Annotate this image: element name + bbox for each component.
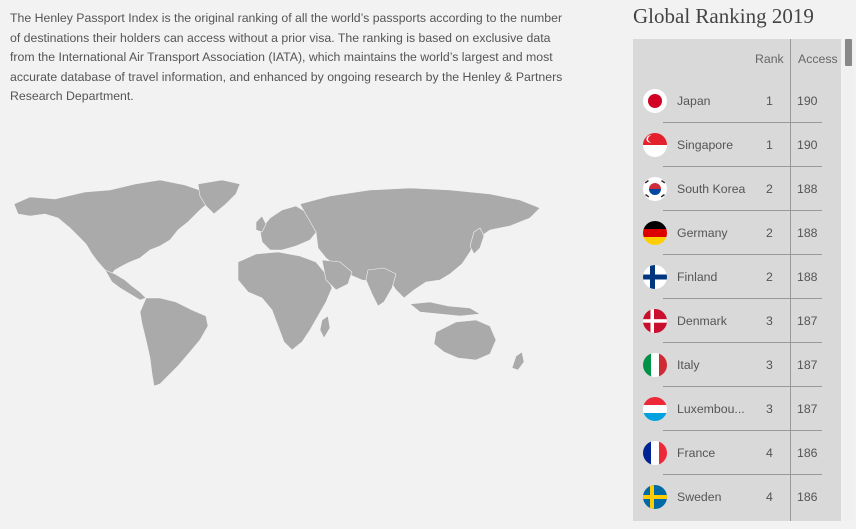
table-row[interactable]: South Korea 2 188	[633, 167, 841, 211]
finland-flag-icon	[643, 265, 667, 289]
sweden-flag-icon	[643, 485, 667, 509]
country-name: Germany	[677, 226, 728, 240]
south-korea-flag-icon	[643, 177, 667, 201]
rank-value: 2	[766, 226, 773, 240]
country-name: France	[677, 446, 716, 460]
country-name: Singapore	[677, 138, 734, 152]
map-madagascar	[319, 315, 331, 339]
table-row[interactable]: Singapore 1 190	[633, 123, 841, 167]
ranking-scrollbar[interactable]	[843, 39, 854, 521]
table-row[interactable]: Sweden 4 186	[633, 475, 841, 519]
access-column-header[interactable]: Access	[798, 52, 838, 66]
france-flag-icon	[643, 441, 667, 465]
scrollbar-thumb[interactable]	[845, 39, 852, 66]
country-name: South Korea	[677, 182, 746, 196]
map-greenland	[197, 179, 241, 215]
access-value: 188	[797, 270, 818, 284]
singapore-flag-icon	[643, 133, 667, 157]
access-value: 190	[797, 138, 818, 152]
country-name: Finland	[677, 270, 718, 284]
rank-value: 3	[766, 358, 773, 372]
luxembourg-flag-icon	[643, 397, 667, 421]
rank-column-header[interactable]: Rank	[755, 52, 784, 66]
access-value: 187	[797, 314, 818, 328]
italy-flag-icon	[643, 353, 667, 377]
access-value: 187	[797, 358, 818, 372]
country-name: Italy	[677, 358, 700, 372]
map-africa	[237, 251, 333, 351]
table-row[interactable]: Italy 3 187	[633, 343, 841, 387]
map-indonesia	[409, 301, 481, 317]
access-value: 188	[797, 182, 818, 196]
table-row[interactable]: France 4 186	[633, 431, 841, 475]
table-row[interactable]: Finland 2 188	[633, 255, 841, 299]
germany-flag-icon	[643, 221, 667, 245]
denmark-flag-icon	[643, 309, 667, 333]
table-row[interactable]: Denmark 3 187	[633, 299, 841, 343]
access-value: 187	[797, 402, 818, 416]
access-value: 186	[797, 490, 818, 504]
rank-value: 4	[766, 490, 773, 504]
rank-value: 3	[766, 314, 773, 328]
map-australia	[433, 319, 497, 361]
intro-paragraph: The Henley Passport Index is the origina…	[10, 11, 563, 103]
ranking-table[interactable]: Rank Access Japan 1 190 Singapore 1 190 …	[633, 39, 841, 521]
map-south-america	[139, 297, 209, 387]
table-header: Rank Access	[633, 39, 841, 79]
map-north-america	[13, 179, 213, 277]
world-map[interactable]	[0, 170, 560, 400]
rank-value: 3	[766, 402, 773, 416]
rank-value: 2	[766, 270, 773, 284]
country-name: Japan	[677, 94, 711, 108]
ranking-title: Global Ranking 2019	[633, 4, 814, 28]
map-central-america	[104, 269, 147, 301]
country-name: Luxembou...	[677, 402, 745, 416]
country-name: Sweden	[677, 490, 722, 504]
rank-value: 1	[766, 138, 773, 152]
country-name: Denmark	[677, 314, 727, 328]
table-row[interactable]: Germany 2 188	[633, 211, 841, 255]
access-value: 190	[797, 94, 818, 108]
japan-flag-icon	[643, 89, 667, 113]
table-row[interactable]: Japan 1 190	[633, 79, 841, 123]
table-row[interactable]: Luxembou... 3 187	[633, 387, 841, 431]
access-value: 186	[797, 446, 818, 460]
rank-value: 4	[766, 446, 773, 460]
rank-value: 2	[766, 182, 773, 196]
map-india	[365, 267, 397, 307]
access-value: 188	[797, 226, 818, 240]
rank-value: 1	[766, 94, 773, 108]
map-new-zealand	[511, 351, 525, 371]
